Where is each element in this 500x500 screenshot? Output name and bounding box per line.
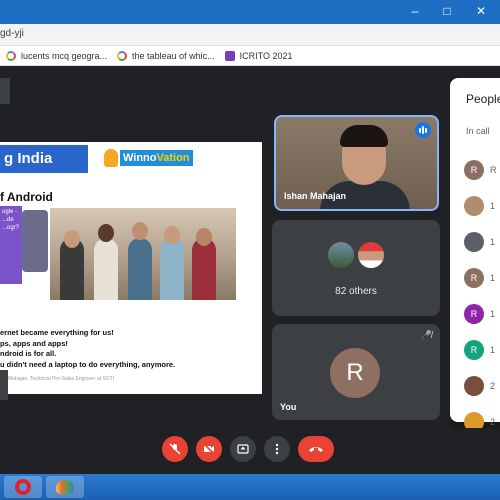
- photo-person: [160, 238, 184, 300]
- people-panel: People In call RR11R1R1R122: [450, 78, 500, 432]
- participant-name: 2: [490, 417, 496, 427]
- participant-avatar[interactable]: R: [464, 268, 484, 288]
- participant-name: 1: [490, 309, 496, 319]
- bullet-line: ndroid is for all.: [0, 349, 57, 358]
- windows-taskbar: [0, 474, 500, 500]
- participant-avatar: [326, 240, 356, 270]
- close-icon[interactable]: ✕: [474, 4, 488, 18]
- address-bar[interactable]: gd-yji: [0, 24, 500, 46]
- others-tile[interactable]: 82 others: [272, 220, 440, 316]
- photo-person: [192, 238, 216, 300]
- bulb-icon: [104, 149, 118, 167]
- participant-avatar[interactable]: [464, 232, 484, 252]
- opera-icon: [15, 479, 31, 495]
- slide-purple-box: ogle - ...de ...ogr?: [0, 206, 22, 284]
- photo-head: [164, 226, 180, 244]
- google-icon: [6, 50, 16, 61]
- more-options-button[interactable]: [264, 436, 290, 462]
- bullet-line: ps, apps and apps!: [0, 338, 68, 348]
- bookmark-icrito[interactable]: ICRITO 2021: [224, 50, 293, 61]
- bookmark-label: lucents mcq geogra...: [21, 50, 108, 61]
- photo-person: [128, 238, 152, 300]
- logo-text: WinnoVation: [120, 150, 193, 166]
- end-call-button[interactable]: [298, 436, 334, 462]
- participant-name: 2: [490, 381, 496, 391]
- mic-off-icon: 🎤̸: [420, 330, 432, 340]
- participant-avatar[interactable]: R: [464, 160, 484, 180]
- participant-name: 1: [490, 345, 496, 355]
- more-vert-icon: [275, 443, 279, 455]
- participant-avatar[interactable]: R: [464, 340, 484, 360]
- winnovation-logo: WinnoVation: [104, 149, 193, 167]
- self-tile[interactable]: 🎤̸ R You: [272, 324, 440, 420]
- people-panel-title: People: [466, 92, 500, 106]
- minimize-icon[interactable]: –: [408, 4, 422, 18]
- participant-avatar[interactable]: R: [464, 304, 484, 324]
- bookmark-label: the tableau of whic...: [132, 50, 215, 61]
- present-icon: [237, 444, 249, 454]
- bookmark-label: ICRITO 2021: [239, 50, 293, 61]
- participant-avatar: [356, 240, 386, 270]
- paint-palette-icon: [56, 480, 74, 494]
- taskbar-paint[interactable]: [46, 476, 84, 498]
- participant-name: R: [490, 165, 497, 175]
- bookmark-lucents[interactable]: lucents mcq geogra...: [6, 50, 108, 61]
- presentation-slide: g India WinnoVation f Android ogle - ...…: [0, 142, 262, 394]
- camera-off-button[interactable]: [196, 436, 222, 462]
- camera-off-icon: [203, 443, 215, 455]
- meet-top-bar: [0, 66, 500, 78]
- url-text[interactable]: gd-yji: [0, 28, 24, 39]
- in-call-label: In call: [466, 126, 490, 136]
- speaker-tile[interactable]: Ishan Mahajan: [274, 115, 439, 211]
- slide-banner: g India: [0, 145, 88, 173]
- slide-heading: f Android: [0, 190, 53, 204]
- participant-name: 1: [490, 201, 496, 211]
- hang-up-icon: [309, 447, 323, 452]
- mic-off-button[interactable]: [162, 436, 188, 462]
- photo-head: [196, 228, 212, 246]
- google-icon: [117, 50, 128, 61]
- present-screen-button[interactable]: [230, 436, 256, 462]
- phone-image: [22, 210, 48, 272]
- slide-bullets: ernet became everything for us! ps, apps…: [0, 328, 175, 370]
- bookmarks-bar: lucents mcq geogra... the tableau of whi…: [0, 46, 500, 66]
- mic-off-icon: [169, 443, 181, 455]
- people-with-phones-photo: [50, 208, 236, 300]
- others-count-label: 82 others: [335, 286, 377, 297]
- participant-avatar[interactable]: [464, 196, 484, 216]
- participant-name: 1: [490, 237, 496, 247]
- maximize-icon[interactable]: □: [440, 4, 454, 18]
- participant-name: 1: [490, 273, 496, 283]
- participant-avatar[interactable]: [464, 376, 484, 396]
- photo-person: [94, 238, 118, 300]
- call-controls: [0, 428, 500, 474]
- photo-head: [98, 224, 114, 242]
- bullet-line: u didn't need a laptop to do everything,…: [0, 359, 176, 369]
- window-title-bar: – □ ✕: [0, 0, 500, 24]
- speaker-hair: [340, 125, 388, 147]
- slide-corner-handle[interactable]: [0, 370, 8, 400]
- self-avatar: R: [330, 348, 380, 398]
- bookmark-tableau[interactable]: the tableau of whic...: [117, 50, 215, 61]
- slide-footer: Mahajan, Technical Pre-Sales Engineer at…: [8, 376, 115, 382]
- icrito-icon: [224, 50, 235, 61]
- bullet-line: ernet became everything for us!: [0, 328, 114, 337]
- taskbar-opera[interactable]: [4, 476, 42, 498]
- self-label: You: [280, 402, 297, 412]
- speaking-indicator-icon: [415, 122, 431, 138]
- speaker-name: Ishan Mahajan: [284, 191, 347, 201]
- photo-head: [64, 230, 80, 248]
- photo-head: [132, 222, 148, 240]
- left-panel-handle[interactable]: [0, 78, 10, 104]
